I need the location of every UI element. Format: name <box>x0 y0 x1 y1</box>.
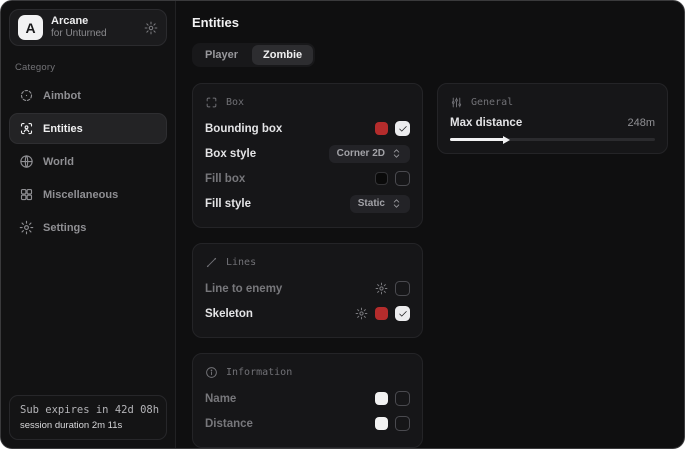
row-box-style: Box style Corner 2D <box>205 142 410 165</box>
subscription-box: Sub expires in 42d 08h session duration … <box>9 395 167 440</box>
lines-card: Lines Line to enemy <box>192 243 423 338</box>
checkbox[interactable] <box>395 416 410 431</box>
category-label: Category <box>15 62 161 73</box>
sidebar-item-miscellaneous[interactable]: Miscellaneous <box>9 179 167 210</box>
grid-icon <box>19 187 34 202</box>
sidebar-item-label: Aimbot <box>43 90 81 102</box>
unfold-icon <box>391 148 402 159</box>
unfold-icon <box>391 198 402 209</box>
crosshair-icon <box>19 88 34 103</box>
tab-zombie[interactable]: Zombie <box>252 45 313 65</box>
sidebar-item-aimbot[interactable]: Aimbot <box>9 80 167 111</box>
entity-tabs: Player Zombie <box>192 43 315 67</box>
page-title: Entities <box>192 15 668 30</box>
globe-icon <box>19 154 34 169</box>
app-subtitle: for Unturned <box>51 28 107 40</box>
section-title: General <box>471 97 513 108</box>
fill-style-dropdown[interactable]: Static <box>350 195 410 213</box>
checkbox[interactable] <box>395 171 410 186</box>
lines-section-header: Lines <box>205 256 410 269</box>
dropdown-value: Corner 2D <box>337 148 385 159</box>
sidebar-item-entities[interactable]: Entities <box>9 113 167 144</box>
row-skeleton: Skeleton <box>205 302 410 325</box>
color-swatch[interactable] <box>375 392 388 405</box>
sidebar-item-settings[interactable]: Settings <box>9 212 167 243</box>
right-column: General Max distance 248m <box>437 83 668 154</box>
color-swatch[interactable] <box>375 417 388 430</box>
box-card: Box Bounding box Box style <box>192 83 423 228</box>
app-window: A Arcane for Unturned Category Aimbot <box>0 0 685 449</box>
row-label: Box style <box>205 148 256 160</box>
gear-icon <box>19 220 34 235</box>
row-label: Fill box <box>205 173 245 185</box>
box-style-dropdown[interactable]: Corner 2D <box>329 145 410 163</box>
max-distance-value: 248m <box>627 117 655 129</box>
header-gear-icon[interactable] <box>144 21 158 35</box>
sub-expiry-text: Sub expires in 42d 08h <box>20 404 156 416</box>
information-card: Information Name Distance <box>192 353 423 448</box>
diagonal-line-icon <box>205 256 218 269</box>
left-column: Box Bounding box Box style <box>192 83 423 448</box>
info-icon <box>205 366 218 379</box>
sidebar: A Arcane for Unturned Category Aimbot <box>1 1 176 448</box>
sliders-icon <box>450 96 463 109</box>
row-settings-icon[interactable] <box>375 282 388 295</box>
main-content: Entities Player Zombie Box Bounding box <box>176 1 684 448</box>
color-swatch[interactable] <box>375 172 388 185</box>
general-card: General Max distance 248m <box>437 83 668 154</box>
color-swatch[interactable] <box>375 307 388 320</box>
checkbox[interactable] <box>395 281 410 296</box>
row-settings-icon[interactable] <box>355 307 368 320</box>
card-columns: Box Bounding box Box style <box>192 83 668 448</box>
row-line-to-enemy: Line to enemy <box>205 277 410 300</box>
sidebar-item-label: Settings <box>43 222 86 234</box>
app-header: A Arcane for Unturned <box>9 9 167 46</box>
tab-player[interactable]: Player <box>194 45 249 65</box>
sidebar-item-label: Entities <box>43 123 83 135</box>
row-fill-style: Fill style Static <box>205 192 410 215</box>
row-label: Max distance <box>450 117 522 129</box>
section-title: Box <box>226 97 244 108</box>
row-label: Skeleton <box>205 308 253 320</box>
sidebar-item-label: Miscellaneous <box>43 189 118 201</box>
general-section-header: General <box>450 96 655 109</box>
information-section-header: Information <box>205 366 410 379</box>
row-max-distance: Max distance 248m <box>450 117 655 129</box>
app-title-block: Arcane for Unturned <box>51 15 107 39</box>
slider-fill <box>450 138 506 141</box>
checkbox[interactable] <box>395 306 410 321</box>
row-label: Name <box>205 393 236 405</box>
row-bounding-box: Bounding box <box>205 117 410 140</box>
color-swatch[interactable] <box>375 122 388 135</box>
row-label: Line to enemy <box>205 283 282 295</box>
row-distance: Distance <box>205 412 410 435</box>
session-duration-text: session duration 2m 11s <box>20 420 156 431</box>
sidebar-nav: Aimbot Entities World Miscellaneous <box>9 80 167 243</box>
section-title: Information <box>226 367 292 378</box>
entity-scan-icon <box>19 121 34 136</box>
app-logo: A <box>18 15 43 40</box>
row-label: Bounding box <box>205 123 282 135</box>
slider-thumb[interactable] <box>503 136 510 144</box>
row-label: Distance <box>205 418 253 430</box>
dropdown-value: Static <box>358 198 385 209</box>
row-fill-box: Fill box <box>205 167 410 190</box>
max-distance-slider[interactable] <box>450 138 655 141</box>
section-title: Lines <box>226 257 256 268</box>
sidebar-item-label: World <box>43 156 74 168</box>
app-name: Arcane <box>51 15 107 28</box>
checkbox[interactable] <box>395 121 410 136</box>
box-corners-icon <box>205 96 218 109</box>
row-name: Name <box>205 387 410 410</box>
sidebar-item-world[interactable]: World <box>9 146 167 177</box>
checkbox[interactable] <box>395 391 410 406</box>
row-label: Fill style <box>205 198 251 210</box>
box-section-header: Box <box>205 96 410 109</box>
